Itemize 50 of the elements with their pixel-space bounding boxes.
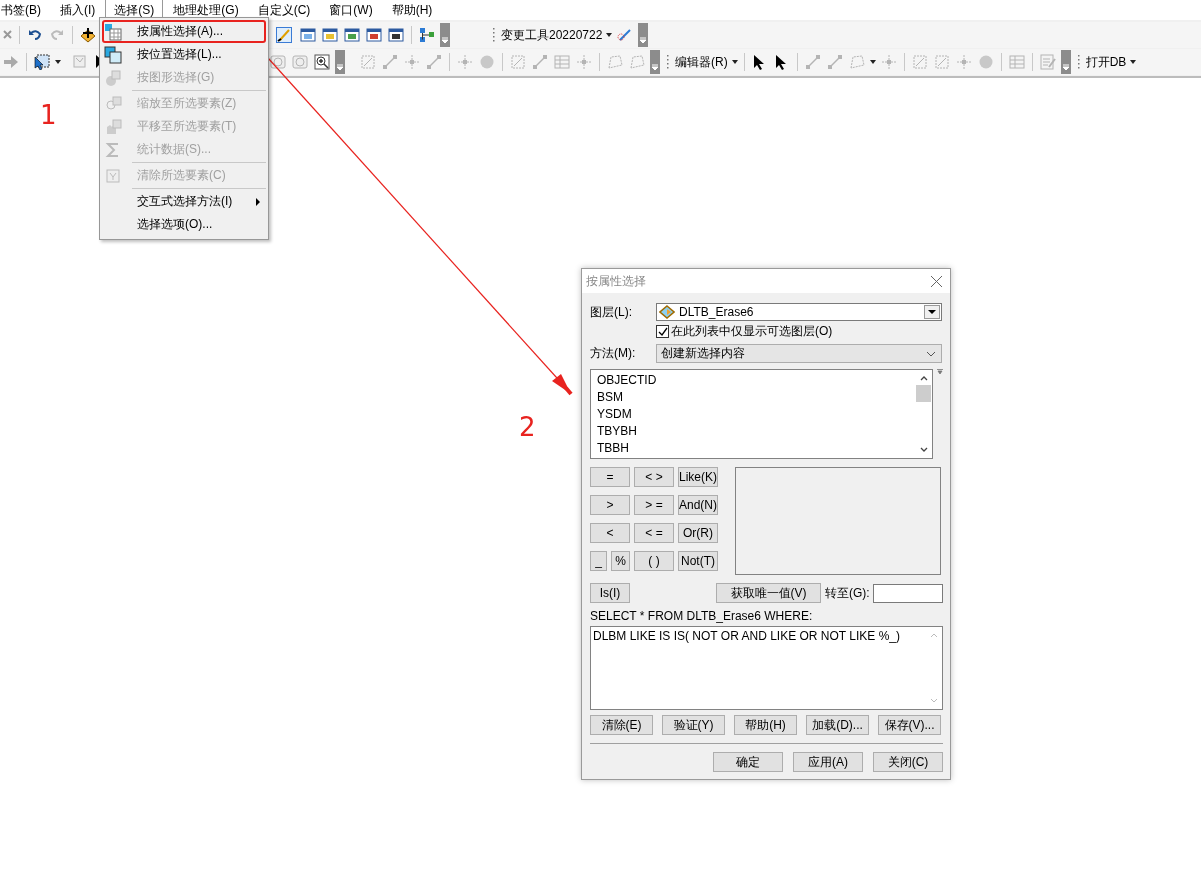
operator-button[interactable]: < <box>590 523 630 543</box>
operator-button[interactable]: = <box>590 467 630 487</box>
list-item[interactable]: TBYBH <box>597 423 915 440</box>
menu-bar-item[interactable]: 自定义(C) <box>248 0 320 22</box>
list-item[interactable]: YSDM <box>597 406 915 423</box>
field-label: 方法(M): <box>590 345 637 362</box>
menu-item[interactable]: 按属性选择(A)... <box>102 20 266 43</box>
action-button[interactable]: 加载(D)... <box>806 715 869 735</box>
operator-button[interactable]: < > <box>634 467 674 487</box>
list-item[interactable]: OBJECTID <box>597 372 915 389</box>
checkbox-label: 在此列表中仅显示可选图层(O) <box>671 323 833 340</box>
menu-bar-item[interactable]: 窗口(W) <box>320 0 382 22</box>
operator-button[interactable]: % <box>611 551 630 571</box>
step-number: 1 <box>40 100 57 130</box>
menu-item[interactable]: 按位置选择(L)... <box>100 43 268 66</box>
editor-menu[interactable]: 编辑器(R) <box>673 53 730 71</box>
operator-button[interactable]: ( ) <box>634 551 674 571</box>
action-button[interactable]: 清除(E) <box>590 715 653 735</box>
operator-button[interactable]: Like(K) <box>678 467 718 487</box>
field-label: 转至(G): <box>825 584 870 602</box>
list-item[interactable]: BSM <box>597 389 915 406</box>
tool-dropdown[interactable]: 变更工具20220722 <box>499 26 605 44</box>
menu-bar-item[interactable]: 书签(B) <box>0 0 50 22</box>
operator-button[interactable]: < = <box>634 523 674 543</box>
operator-button[interactable]: > <box>590 495 630 515</box>
menu-item[interactable]: 选择选项(O)... <box>100 213 268 236</box>
menu-item[interactable]: 交互式选择方法(I) <box>100 190 268 213</box>
step-number: 2 <box>519 412 536 442</box>
operator-button[interactable]: _ <box>590 551 607 571</box>
layer-dropdown[interactable]: DLTB_Erase6 <box>656 303 942 321</box>
database-menu[interactable]: 打开DB <box>1083 53 1129 71</box>
list-item[interactable]: TBBH <box>597 440 915 457</box>
action-button[interactable]: 保存(V)... <box>878 715 941 735</box>
field-label: 图层(L): <box>590 303 633 321</box>
operator-button[interactable]: Is(I) <box>590 583 630 603</box>
operator-button[interactable]: Or(R) <box>678 523 718 543</box>
dialog-button[interactable]: 关闭(C) <box>873 752 943 772</box>
query-label: SELECT * FROM DLTB_Erase6 WHERE: <box>590 609 814 623</box>
action-button[interactable]: 帮助(H) <box>734 715 797 735</box>
dialog-title: 按属性选择 <box>586 272 646 290</box>
dialog-button[interactable]: 确定 <box>713 752 783 772</box>
unique-values-button[interactable]: 获取唯一值(V) <box>716 583 821 603</box>
menu-bar-item[interactable]: 帮助(H) <box>382 0 442 22</box>
dialog-button[interactable]: 应用(A) <box>793 752 863 772</box>
action-button[interactable]: 验证(Y) <box>662 715 725 735</box>
operator-button[interactable]: Not(T) <box>678 551 718 571</box>
operator-button[interactable]: And(N) <box>678 495 718 515</box>
menu-bar-item[interactable]: 插入(I) <box>51 0 105 22</box>
method-dropdown[interactable]: 创建新选择内容 <box>656 344 942 363</box>
operator-button[interactable]: > = <box>634 495 674 515</box>
